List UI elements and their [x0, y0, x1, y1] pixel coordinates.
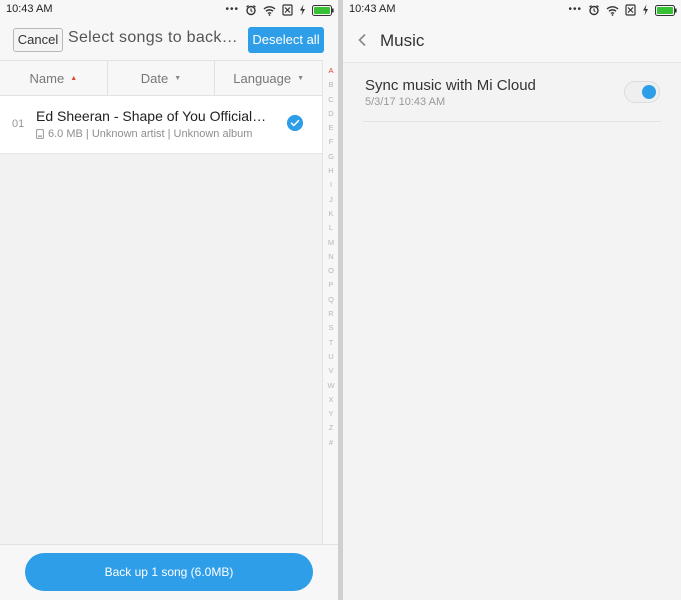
status-time: 10:43 AM: [349, 3, 396, 15]
status-bar: 10:43 AM •••: [343, 0, 681, 20]
selected-check-icon[interactable]: [287, 115, 303, 131]
alphabet-letter-h[interactable]: H: [323, 164, 338, 178]
alphabet-letter-list[interactable]: A B C D E F G H I J K L M N O P Q R S T U V W X Y Z #: [323, 64, 338, 450]
more-dots-icon: •••: [225, 4, 239, 15]
wifi-icon: [606, 5, 619, 16]
alphabet-letter-g[interactable]: G: [323, 150, 338, 164]
alphabet-letter-d[interactable]: D: [323, 107, 338, 121]
alphabet-letter-k[interactable]: K: [323, 207, 338, 221]
song-meta: 6.0 MB | Unknown artist | Unknown album: [36, 128, 252, 140]
sort-language-tab[interactable]: Language ▼: [215, 61, 322, 95]
alphabet-letter-y[interactable]: Y: [323, 407, 338, 421]
alphabet-letter-i[interactable]: I: [323, 178, 338, 192]
alphabet-letter-n[interactable]: N: [323, 250, 338, 264]
page-title: Select songs to back…: [68, 29, 238, 46]
song-title: Ed Sheeran - Shape of You Official…: [36, 108, 267, 124]
settings-header: Music: [343, 20, 681, 63]
sort-descending-icon: ▼: [297, 74, 305, 82]
alphabet-letter-p[interactable]: P: [323, 278, 338, 292]
status-icons: •••: [568, 3, 677, 17]
back-arrow-icon[interactable]: [357, 33, 367, 47]
deselect-all-button[interactable]: Deselect all: [248, 27, 324, 53]
alphabet-letter-u[interactable]: U: [323, 350, 338, 364]
no-sim-icon: [625, 4, 636, 16]
song-index: 01: [12, 118, 25, 130]
alphabet-letter-e[interactable]: E: [323, 121, 338, 135]
file-icon: [36, 129, 44, 139]
alphabet-letter-z[interactable]: Z: [323, 421, 338, 435]
more-dots-icon: •••: [568, 4, 582, 15]
charging-icon: [300, 4, 305, 16]
alphabet-letter-x[interactable]: X: [323, 393, 338, 407]
alphabet-letter-m[interactable]: M: [323, 236, 338, 250]
page-title: Music: [380, 31, 425, 50]
sort-name-tab[interactable]: Name ▲: [0, 61, 108, 95]
alphabet-letter-s[interactable]: S: [323, 321, 338, 335]
alarm-icon: [589, 5, 599, 16]
alphabet-letter-b[interactable]: B: [323, 78, 338, 92]
bottom-bar: Back up 1 song (6.0MB): [0, 544, 338, 600]
backup-button[interactable]: Back up 1 song (6.0MB): [25, 553, 313, 591]
sort-date-label: Date: [140, 70, 169, 86]
sync-setting-label: Sync music with Mi Cloud: [365, 77, 536, 94]
alphabet-index[interactable]: A B C D E F G H I J K L M N O P Q R S T U V W X Y Z #: [322, 60, 338, 544]
toggle-knob: [642, 85, 656, 99]
alphabet-letter-o[interactable]: O: [323, 264, 338, 278]
status-time: 10:43 AM: [6, 3, 53, 15]
sync-timestamp: 5/3/17 10:43 AM: [365, 96, 446, 108]
sort-name-label: Name: [29, 70, 65, 86]
selection-header: Cancel Select songs to back… Deselect al…: [0, 20, 338, 60]
sort-descending-icon: ▼: [174, 74, 182, 82]
status-icons: •••: [225, 3, 334, 17]
right-screen: 10:43 AM ••• Music Sync music with Mi Cl…: [343, 0, 681, 600]
sort-date-tab[interactable]: Date ▼: [108, 61, 216, 95]
wifi-icon: [263, 5, 276, 16]
no-sim-icon: [282, 4, 293, 16]
alphabet-letter-c[interactable]: C: [323, 93, 338, 107]
cancel-button[interactable]: Cancel: [13, 28, 63, 52]
alphabet-letter-w[interactable]: W: [323, 379, 338, 393]
alphabet-letter-r[interactable]: R: [323, 307, 338, 321]
sort-bar: Name ▲ Date ▼ Language ▼: [0, 60, 322, 96]
alphabet-letter-f[interactable]: F: [323, 135, 338, 149]
alphabet-letter-v[interactable]: V: [323, 364, 338, 378]
sync-setting-row[interactable]: Sync music with Mi Cloud 5/3/17 10:43 AM: [363, 64, 661, 122]
charging-icon: [643, 4, 648, 16]
alphabet-letter-q[interactable]: Q: [323, 293, 338, 307]
left-screen: 10:43 AM ••• Cancel Select songs to back…: [0, 0, 338, 600]
sync-toggle[interactable]: [624, 81, 660, 103]
battery-icon: [655, 4, 677, 16]
song-row[interactable]: 01 Ed Sheeran - Shape of You Official… 6…: [0, 96, 322, 154]
alphabet-letter-j[interactable]: J: [323, 193, 338, 207]
status-bar: 10:43 AM •••: [0, 0, 338, 20]
alphabet-letter-hash[interactable]: #: [323, 436, 338, 450]
alphabet-letter-l[interactable]: L: [323, 221, 338, 235]
alphabet-letter-t[interactable]: T: [323, 336, 338, 350]
song-meta-text: 6.0 MB | Unknown artist | Unknown album: [48, 128, 253, 140]
sort-language-label: Language: [233, 70, 292, 86]
alphabet-letter-a[interactable]: A: [323, 64, 338, 78]
alarm-icon: [246, 5, 256, 16]
sort-ascending-icon: ▲: [70, 74, 78, 82]
battery-icon: [312, 4, 334, 16]
